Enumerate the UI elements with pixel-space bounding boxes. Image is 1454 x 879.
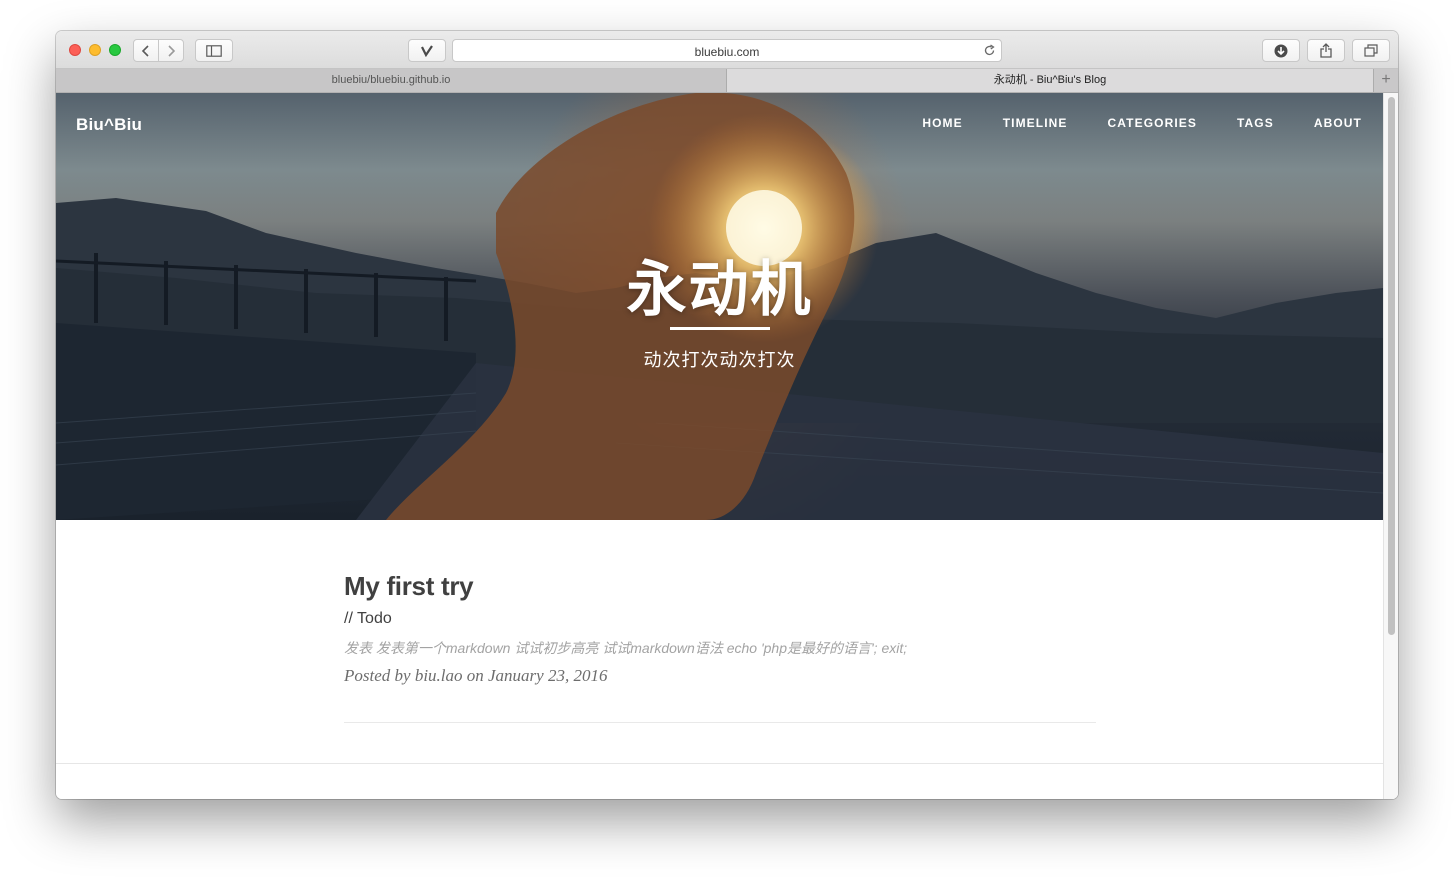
post-subtitle[interactable]: // Todo bbox=[344, 610, 1096, 628]
address-text: bluebiu.com bbox=[694, 45, 760, 59]
zoom-window-button[interactable] bbox=[109, 44, 121, 56]
nav-timeline[interactable]: TIMELINE bbox=[1003, 116, 1068, 130]
hero-subtitle: 动次打次动次打次 bbox=[643, 350, 796, 370]
nav-home[interactable]: HOME bbox=[922, 116, 962, 130]
extension-v-icon bbox=[421, 44, 433, 57]
hero-title: 永动机 bbox=[626, 256, 813, 323]
share-icon bbox=[1320, 43, 1332, 58]
post-preview[interactable]: My first try // Todo 发表 发表第一个markdown 试试… bbox=[344, 571, 1096, 686]
tabs-icon bbox=[1364, 44, 1378, 57]
address-bar[interactable]: bluebiu.com bbox=[452, 39, 1002, 62]
hero-divider bbox=[670, 327, 770, 330]
tab-blog[interactable]: 永动机 - Biu^Biu's Blog bbox=[727, 69, 1373, 92]
scrollbar-thumb[interactable] bbox=[1388, 97, 1395, 635]
vertical-scrollbar[interactable] bbox=[1383, 93, 1398, 799]
extension-button[interactable] bbox=[408, 39, 446, 62]
new-tab-button[interactable]: + bbox=[1373, 69, 1398, 92]
post-title[interactable]: My first try bbox=[344, 571, 1096, 602]
nav-about[interactable]: ABOUT bbox=[1314, 116, 1362, 130]
nav-tags[interactable]: TAGS bbox=[1237, 116, 1274, 130]
tab-github[interactable]: bluebiu/bluebiu.github.io bbox=[56, 69, 727, 92]
nav-categories[interactable]: CATEGORIES bbox=[1108, 116, 1197, 130]
sidebar-toggle-button[interactable] bbox=[195, 39, 233, 62]
section-divider bbox=[56, 763, 1383, 764]
reload-icon[interactable] bbox=[983, 44, 996, 57]
site-brand[interactable]: Biu^Biu bbox=[76, 115, 142, 135]
download-icon bbox=[1274, 44, 1288, 57]
chevron-left-icon bbox=[141, 44, 149, 57]
tab-bar: bluebiu/bluebiu.github.io 永动机 - Biu^Biu'… bbox=[56, 69, 1398, 93]
hero-header: Biu^Biu HOME TIMELINE CATEGORIES TAGS AB… bbox=[56, 93, 1383, 520]
browser-window: bluebiu.com bluebiu/bluebiu.github.io 永动… bbox=[56, 31, 1398, 799]
chevron-right-icon bbox=[168, 44, 176, 57]
post-divider bbox=[344, 722, 1096, 723]
post-excerpt[interactable]: 发表 发表第一个markdown 试试初步高亮 试试markdown语法 ech… bbox=[344, 638, 1096, 658]
browser-toolbar: bluebiu.com bbox=[56, 31, 1398, 69]
minimize-window-button[interactable] bbox=[89, 44, 101, 56]
back-button[interactable] bbox=[133, 39, 159, 62]
tabs-overview-button[interactable] bbox=[1352, 39, 1390, 62]
share-button[interactable] bbox=[1307, 39, 1345, 62]
downloads-button[interactable] bbox=[1262, 39, 1300, 62]
close-window-button[interactable] bbox=[69, 44, 81, 56]
sidebar-icon bbox=[206, 44, 222, 57]
forward-button[interactable] bbox=[158, 39, 184, 62]
post-meta: Posted by biu.lao on January 23, 2016 bbox=[344, 666, 608, 685]
main-nav: HOME TIMELINE CATEGORIES TAGS ABOUT bbox=[882, 116, 1362, 130]
web-page: Biu^Biu HOME TIMELINE CATEGORIES TAGS AB… bbox=[56, 93, 1398, 799]
